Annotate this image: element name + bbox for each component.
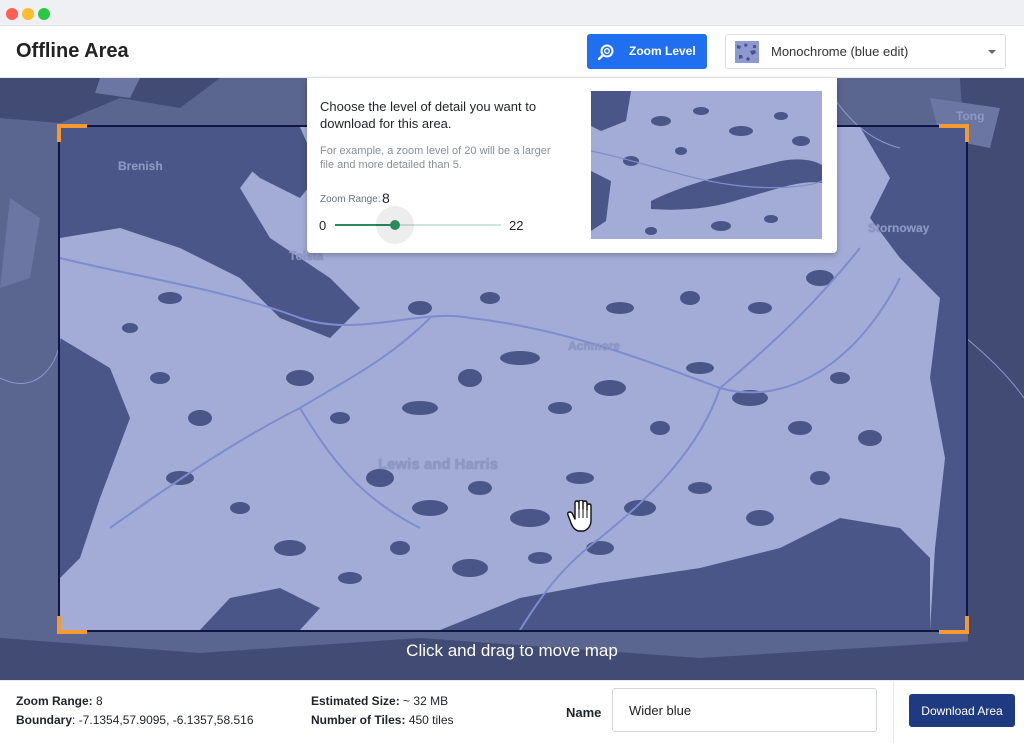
footer-boundary-label: Boundary xyxy=(16,713,73,727)
chevron-down-icon xyxy=(988,50,996,54)
zoom-range-label: Zoom Range: xyxy=(320,194,381,205)
zoom-search-icon xyxy=(597,44,614,61)
close-window-button[interactable] xyxy=(6,8,18,20)
hand-cursor-icon xyxy=(567,500,592,532)
zoom-slider[interactable] xyxy=(335,206,501,244)
area-name-input[interactable] xyxy=(612,688,877,732)
resize-handle-bottom-left[interactable] xyxy=(57,616,87,634)
popover-title: Choose the level of detail you want to d… xyxy=(320,99,537,131)
footer-estimated-size: Estimated Size: ~ 32 MB xyxy=(311,694,448,708)
zoom-level-popover: Choose the level of detail you want to d… xyxy=(307,78,837,253)
footer-boundary-value: -7.1354,57.9095, -6.1357,58.516 xyxy=(78,713,254,727)
footer-estimated-size-label: Estimated Size: xyxy=(311,694,400,708)
footer-zoom-range-value: 8 xyxy=(96,694,103,708)
drag-hint: Click and drag to move map xyxy=(406,641,618,660)
resize-handle-top-left[interactable] xyxy=(57,124,87,142)
page-title: Offline Area xyxy=(16,40,129,62)
popover-description: For example, a zoom level of 20 will be … xyxy=(320,145,551,171)
app-header: Offline Area Zoom Level Monochrome (blue… xyxy=(0,26,1024,78)
download-area-button[interactable]: Download Area xyxy=(909,694,1015,727)
footer-zoom-range-label: Zoom Range: xyxy=(16,694,93,708)
footer-zoom-range: Zoom Range: 8 xyxy=(16,694,103,708)
footer-tiles-label: Number of Tiles: xyxy=(311,713,406,727)
maximize-window-button[interactable] xyxy=(38,8,50,20)
map-style-label: Monochrome (blue edit) xyxy=(771,44,909,59)
map-style-select[interactable]: Monochrome (blue edit) xyxy=(725,34,1006,69)
zoom-level-button-label: Zoom Level xyxy=(629,44,696,58)
resize-handle-bottom-right[interactable] xyxy=(939,616,969,634)
footer-boundary: Boundary: -7.1354,57.9095, -6.1357,58.51… xyxy=(16,713,254,727)
zoom-level-button[interactable]: Zoom Level xyxy=(587,34,707,69)
window-titlebar xyxy=(0,0,1024,26)
resize-handle-top-right[interactable] xyxy=(939,124,969,142)
footer-bar: Zoom Range: 8 Boundary: -7.1354,57.9095,… xyxy=(0,680,1024,743)
footer-estimated-size-value: ~ 32 MB xyxy=(403,694,449,708)
name-label: Name xyxy=(566,705,602,720)
footer-tiles-value: 450 tiles xyxy=(408,713,454,727)
slider-max-label: 22 xyxy=(509,218,524,233)
slider-min-label: 0 xyxy=(319,218,327,233)
map-style-thumbnail xyxy=(735,41,759,63)
footer-tiles: Number of Tiles: 450 tiles xyxy=(311,713,454,727)
footer-divider xyxy=(893,681,894,743)
minimize-window-button[interactable] xyxy=(22,8,34,20)
zoom-range-value: 8 xyxy=(382,190,390,206)
place-label: Tong xyxy=(956,109,985,123)
zoom-preview-map xyxy=(591,91,822,239)
